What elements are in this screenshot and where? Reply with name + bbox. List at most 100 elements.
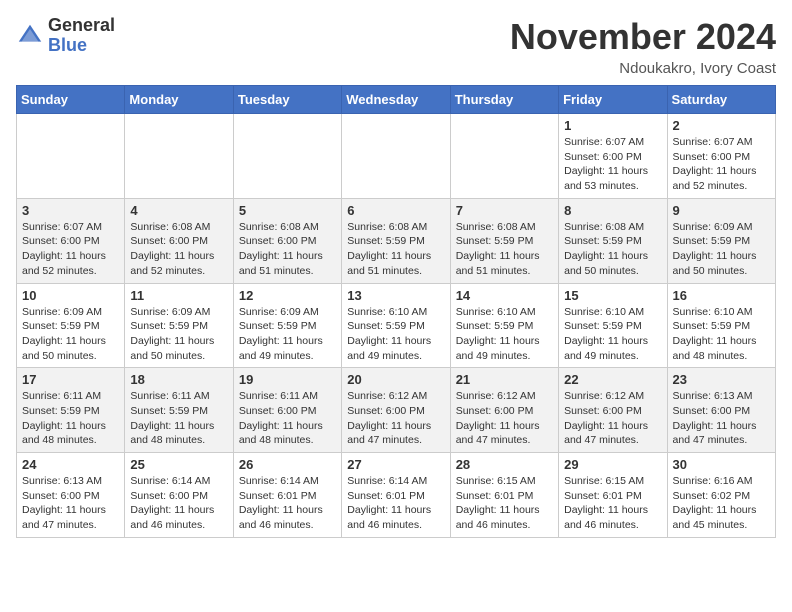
calendar-cell: 7 Sunrise: 6:08 AM Sunset: 5:59 PM Daylig… <box>450 198 558 283</box>
day-info: Sunrise: 6:08 AM Sunset: 6:00 PM Dayligh… <box>239 220 336 279</box>
location-label: Ndoukakro, Ivory Coast <box>510 60 776 77</box>
weekday-header: Thursday <box>450 86 558 114</box>
day-info: Sunrise: 6:08 AM Sunset: 6:00 PM Dayligh… <box>130 220 227 279</box>
calendar-cell <box>125 114 233 199</box>
calendar-cell: 26 Sunrise: 6:14 AM Sunset: 6:01 PM Dayli… <box>233 453 341 538</box>
weekday-header: Friday <box>559 86 667 114</box>
day-number: 12 <box>239 288 336 303</box>
day-number: 20 <box>347 372 444 387</box>
calendar-cell: 16Sunrise: 6:10 AM Sunset: 5:59 PM Dayli… <box>667 283 775 368</box>
logo-text: General Blue <box>48 16 115 56</box>
day-info: Sunrise: 6:09 AM Sunset: 5:59 PM Dayligh… <box>22 305 119 364</box>
calendar-cell: 10 Sunrise: 6:09 AM Sunset: 5:59 PM Dayli… <box>17 283 125 368</box>
logo: General Blue <box>16 16 115 56</box>
weekday-header: Monday <box>125 86 233 114</box>
calendar-cell: 1 Sunrise: 6:07 AM Sunset: 6:00 PM Daylig… <box>559 114 667 199</box>
day-number: 21 <box>456 372 553 387</box>
day-info: Sunrise: 6:10 AM Sunset: 5:59 PM Dayligh… <box>456 305 553 364</box>
day-info: Sunrise: 6:07 AM Sunset: 6:00 PM Dayligh… <box>22 220 119 279</box>
calendar-cell: 28Sunrise: 6:15 AM Sunset: 6:01 PM Dayli… <box>450 453 558 538</box>
day-number: 24 <box>22 457 119 472</box>
calendar-cell: 4Sunrise: 6:08 AM Sunset: 6:00 PM Daylig… <box>125 198 233 283</box>
day-info: Sunrise: 6:14 AM Sunset: 6:00 PM Dayligh… <box>130 474 227 533</box>
day-info: Sunrise: 6:11 AM Sunset: 5:59 PM Dayligh… <box>22 389 119 448</box>
calendar-cell <box>17 114 125 199</box>
calendar-week-row: 1 Sunrise: 6:07 AM Sunset: 6:00 PM Daylig… <box>17 114 776 199</box>
day-info: Sunrise: 6:13 AM Sunset: 6:00 PM Dayligh… <box>673 389 770 448</box>
calendar-cell: 15Sunrise: 6:10 AM Sunset: 5:59 PM Dayli… <box>559 283 667 368</box>
day-number: 1 <box>564 118 661 133</box>
weekday-header: Tuesday <box>233 86 341 114</box>
day-number: 23 <box>673 372 770 387</box>
day-info: Sunrise: 6:12 AM Sunset: 6:00 PM Dayligh… <box>456 389 553 448</box>
calendar-cell: 6 Sunrise: 6:08 AM Sunset: 5:59 PM Daylig… <box>342 198 450 283</box>
calendar-cell: 11Sunrise: 6:09 AM Sunset: 5:59 PM Dayli… <box>125 283 233 368</box>
day-number: 7 <box>456 203 553 218</box>
day-number: 25 <box>130 457 227 472</box>
day-info: Sunrise: 6:14 AM Sunset: 6:01 PM Dayligh… <box>239 474 336 533</box>
day-info: Sunrise: 6:08 AM Sunset: 5:59 PM Dayligh… <box>456 220 553 279</box>
day-number: 6 <box>347 203 444 218</box>
day-number: 27 <box>347 457 444 472</box>
logo-blue-label: Blue <box>48 36 115 56</box>
day-info: Sunrise: 6:09 AM Sunset: 5:59 PM Dayligh… <box>673 220 770 279</box>
day-number: 30 <box>673 457 770 472</box>
calendar-cell <box>233 114 341 199</box>
weekday-header: Wednesday <box>342 86 450 114</box>
calendar-week-row: 3 Sunrise: 6:07 AM Sunset: 6:00 PM Daylig… <box>17 198 776 283</box>
calendar-cell: 12Sunrise: 6:09 AM Sunset: 5:59 PM Dayli… <box>233 283 341 368</box>
day-info: Sunrise: 6:08 AM Sunset: 5:59 PM Dayligh… <box>347 220 444 279</box>
day-info: Sunrise: 6:12 AM Sunset: 6:00 PM Dayligh… <box>347 389 444 448</box>
logo-general-label: General <box>48 16 115 36</box>
calendar-cell: 18 Sunrise: 6:11 AM Sunset: 5:59 PM Dayli… <box>125 368 233 453</box>
day-info: Sunrise: 6:13 AM Sunset: 6:00 PM Dayligh… <box>22 474 119 533</box>
calendar-cell: 25 Sunrise: 6:14 AM Sunset: 6:00 PM Dayli… <box>125 453 233 538</box>
day-info: Sunrise: 6:12 AM Sunset: 6:00 PM Dayligh… <box>564 389 661 448</box>
calendar-cell: 2Sunrise: 6:07 AM Sunset: 6:00 PM Daylig… <box>667 114 775 199</box>
day-info: Sunrise: 6:08 AM Sunset: 5:59 PM Dayligh… <box>564 220 661 279</box>
day-number: 29 <box>564 457 661 472</box>
calendar-cell <box>342 114 450 199</box>
day-info: Sunrise: 6:11 AM Sunset: 5:59 PM Dayligh… <box>130 389 227 448</box>
day-number: 18 <box>130 372 227 387</box>
day-number: 5 <box>239 203 336 218</box>
day-info: Sunrise: 6:15 AM Sunset: 6:01 PM Dayligh… <box>564 474 661 533</box>
calendar-cell: 22Sunrise: 6:12 AM Sunset: 6:00 PM Dayli… <box>559 368 667 453</box>
day-info: Sunrise: 6:07 AM Sunset: 6:00 PM Dayligh… <box>564 135 661 194</box>
day-number: 13 <box>347 288 444 303</box>
calendar-cell: 17 Sunrise: 6:11 AM Sunset: 5:59 PM Dayli… <box>17 368 125 453</box>
calendar-cell: 23 Sunrise: 6:13 AM Sunset: 6:00 PM Dayli… <box>667 368 775 453</box>
calendar-cell: 20 Sunrise: 6:12 AM Sunset: 6:00 PM Dayli… <box>342 368 450 453</box>
calendar-cell: 30 Sunrise: 6:16 AM Sunset: 6:02 PM Dayli… <box>667 453 775 538</box>
calendar-week-row: 17 Sunrise: 6:11 AM Sunset: 5:59 PM Dayli… <box>17 368 776 453</box>
day-number: 10 <box>22 288 119 303</box>
calendar-week-row: 10 Sunrise: 6:09 AM Sunset: 5:59 PM Dayli… <box>17 283 776 368</box>
calendar-cell: 8 Sunrise: 6:08 AM Sunset: 5:59 PM Daylig… <box>559 198 667 283</box>
calendar-cell: 19 Sunrise: 6:11 AM Sunset: 6:00 PM Dayli… <box>233 368 341 453</box>
day-number: 19 <box>239 372 336 387</box>
weekday-header: Sunday <box>17 86 125 114</box>
month-title: November 2024 <box>510 16 776 58</box>
weekday-header: Saturday <box>667 86 775 114</box>
day-info: Sunrise: 6:11 AM Sunset: 6:00 PM Dayligh… <box>239 389 336 448</box>
day-info: Sunrise: 6:09 AM Sunset: 5:59 PM Dayligh… <box>130 305 227 364</box>
calendar-cell <box>450 114 558 199</box>
calendar-header-row: SundayMondayTuesdayWednesdayThursdayFrid… <box>17 86 776 114</box>
day-number: 2 <box>673 118 770 133</box>
day-number: 9 <box>673 203 770 218</box>
day-info: Sunrise: 6:10 AM Sunset: 5:59 PM Dayligh… <box>347 305 444 364</box>
day-number: 28 <box>456 457 553 472</box>
page-header: General Blue November 2024 Ndoukakro, Iv… <box>16 16 776 77</box>
day-info: Sunrise: 6:16 AM Sunset: 6:02 PM Dayligh… <box>673 474 770 533</box>
day-info: Sunrise: 6:10 AM Sunset: 5:59 PM Dayligh… <box>673 305 770 364</box>
day-number: 3 <box>22 203 119 218</box>
day-number: 8 <box>564 203 661 218</box>
day-number: 14 <box>456 288 553 303</box>
calendar-week-row: 24 Sunrise: 6:13 AM Sunset: 6:00 PM Dayli… <box>17 453 776 538</box>
day-number: 26 <box>239 457 336 472</box>
day-number: 15 <box>564 288 661 303</box>
logo-icon <box>16 22 44 50</box>
calendar-cell: 9 Sunrise: 6:09 AM Sunset: 5:59 PM Daylig… <box>667 198 775 283</box>
day-number: 17 <box>22 372 119 387</box>
calendar-cell: 3 Sunrise: 6:07 AM Sunset: 6:00 PM Daylig… <box>17 198 125 283</box>
